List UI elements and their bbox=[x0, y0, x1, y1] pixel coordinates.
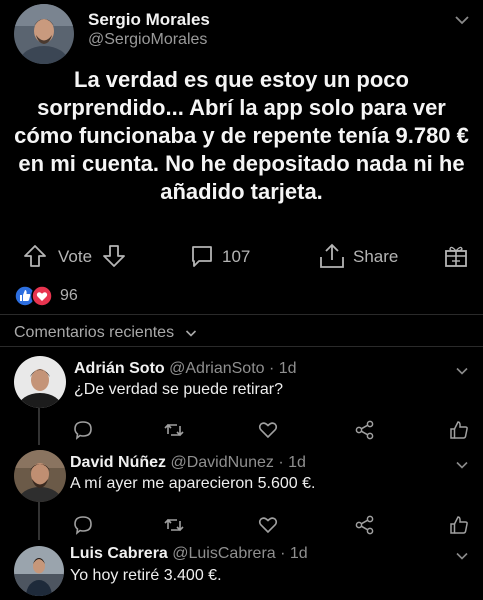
comment-options-chevron-icon[interactable] bbox=[455, 549, 469, 563]
share-icon bbox=[320, 243, 344, 268]
comment-author-handle: @AdrianSoto · 1d bbox=[169, 360, 297, 377]
comment-bubble-icon bbox=[192, 246, 212, 267]
vote-label: Vote bbox=[58, 247, 93, 266]
love-reaction-icon bbox=[31, 285, 53, 307]
avatar[interactable] bbox=[14, 450, 66, 502]
thumbs-up-icon bbox=[450, 421, 468, 439]
comment-count: 107 bbox=[222, 247, 251, 266]
comment-author[interactable]: Luis Cabrera @LuisCabrera · 1d bbox=[70, 545, 308, 563]
reply-icon bbox=[74, 421, 92, 440]
reaction-count: 96 bbox=[60, 287, 78, 304]
comment-share-button[interactable] bbox=[354, 514, 376, 536]
post-author-handle[interactable]: @SergioMorales bbox=[88, 31, 207, 49]
avatar[interactable] bbox=[14, 546, 64, 596]
heart-button[interactable] bbox=[257, 419, 279, 441]
post-options-chevron-icon[interactable] bbox=[454, 12, 470, 28]
downvote-arrow-icon bbox=[103, 245, 125, 267]
reply-button[interactable] bbox=[72, 514, 94, 536]
comment-text: Yo hoy retiré 3.400 €. bbox=[70, 567, 222, 584]
gift-icon bbox=[445, 246, 467, 267]
comment-author[interactable]: David Núñez @DavidNunez · 1d bbox=[70, 454, 306, 472]
comment-text: A mí ayer me aparecieron 5.600 €. bbox=[70, 475, 316, 492]
thread-line bbox=[38, 502, 40, 540]
section-divider bbox=[0, 346, 483, 347]
recent-comments-title: Comentarios recientes bbox=[14, 324, 175, 341]
retweet-button[interactable] bbox=[162, 419, 186, 441]
reply-icon bbox=[74, 516, 92, 535]
thumbs-up-button[interactable] bbox=[448, 514, 470, 536]
comment-author-handle: @LuisCabrera · 1d bbox=[172, 545, 308, 562]
comment-share-icon bbox=[355, 515, 374, 535]
share-label[interactable]: Share bbox=[353, 247, 398, 267]
comment-author-handle: @DavidNunez · 1d bbox=[170, 454, 306, 471]
comment-share-button[interactable] bbox=[354, 419, 376, 441]
comments-button[interactable] bbox=[189, 243, 215, 269]
retweet-icon bbox=[164, 518, 184, 532]
comment-options-chevron-icon[interactable] bbox=[455, 458, 469, 472]
heart-icon bbox=[258, 422, 278, 439]
gift-button[interactable] bbox=[443, 243, 469, 269]
share-button[interactable] bbox=[318, 242, 346, 270]
thumbs-up-icon bbox=[450, 516, 468, 534]
heart-icon bbox=[258, 517, 278, 534]
thread-line bbox=[38, 408, 40, 445]
recent-comments-filter[interactable]: Comentarios recientes bbox=[14, 324, 197, 342]
comment-author-name: Luis Cabrera bbox=[70, 545, 168, 562]
retweet-icon bbox=[164, 423, 184, 437]
reactions-summary[interactable]: 96 bbox=[14, 285, 104, 307]
post-text: La verdad es que estoy un poco sorprendi… bbox=[14, 67, 469, 204]
post-author-avatar[interactable] bbox=[14, 4, 74, 64]
heart-button[interactable] bbox=[257, 514, 279, 536]
comment-author-name: David Núñez bbox=[70, 454, 167, 471]
comment-author-name: Adrián Soto bbox=[74, 360, 165, 377]
comment-author[interactable]: Adrián Soto @AdrianSoto · 1d bbox=[74, 360, 297, 378]
comment-text: ¿De verdad se puede retirar? bbox=[74, 381, 283, 398]
reply-button[interactable] bbox=[72, 419, 94, 441]
post-author-name[interactable]: Sergio Morales bbox=[88, 10, 210, 30]
thumbs-up-button[interactable] bbox=[448, 419, 470, 441]
downvote-button[interactable] bbox=[101, 243, 127, 269]
upvote-button[interactable] bbox=[22, 243, 48, 269]
comment-options-chevron-icon[interactable] bbox=[455, 364, 469, 378]
retweet-button[interactable] bbox=[162, 514, 186, 536]
avatar[interactable] bbox=[14, 356, 66, 408]
section-divider bbox=[0, 314, 483, 315]
chevron-down-icon bbox=[185, 327, 197, 339]
upvote-arrow-icon bbox=[24, 245, 46, 267]
comment-share-icon bbox=[355, 420, 374, 440]
